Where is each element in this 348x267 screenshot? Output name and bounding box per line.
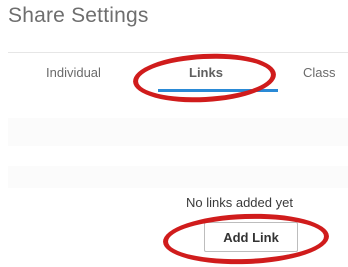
- page-title: Share Settings: [8, 4, 149, 27]
- tab-bar: Individual Links Class: [8, 52, 348, 95]
- tab-class[interactable]: Class: [303, 65, 336, 80]
- active-tab-indicator: [158, 89, 278, 92]
- tab-links[interactable]: Links: [189, 65, 223, 80]
- list-placeholder-row: [8, 118, 348, 146]
- add-link-button[interactable]: Add Link: [204, 222, 298, 252]
- empty-state-message: No links added yet: [186, 195, 293, 210]
- tab-individual[interactable]: Individual: [46, 65, 101, 80]
- list-placeholder-row: [8, 166, 348, 188]
